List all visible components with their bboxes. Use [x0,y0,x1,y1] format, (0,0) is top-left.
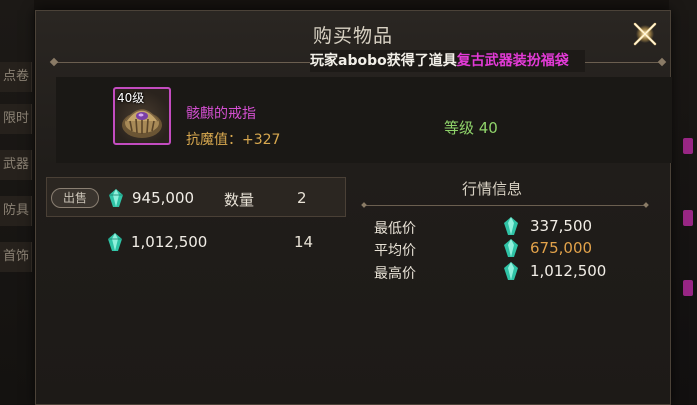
min-price-label: 最低价 [374,221,416,237]
crystal-gem-icon [504,239,518,257]
avg-price-label: 平均价 [374,243,416,259]
listing-quantity: 2 [297,189,307,207]
crystal-gem-icon [504,217,518,235]
max-price-label: 最高价 [374,266,416,282]
right-marker [683,138,693,154]
market-divider [364,205,646,206]
crystal-gem-icon [504,262,518,280]
listing-price: 945,000 [132,189,195,207]
side-tab-weapon[interactable]: 武器 [0,150,32,180]
listing-price: 1,012,500 [131,233,208,251]
item-level-badge: 40级 [117,91,145,105]
item-stat: 抗魔值：+327 [186,132,281,148]
right-background-strip [669,0,697,400]
close-button[interactable] [630,19,660,49]
item-name: 骸麒的戒指 [186,106,256,122]
side-tab-armor[interactable]: 防具 [0,196,32,226]
marquee-text: 玩家abobo获得了道具 [310,53,457,69]
dialog-title: 购买物品 [312,25,393,47]
listing-row[interactable]: 出售 945,000 数量 2 [46,177,346,217]
min-price-value: 337,500 [530,217,593,235]
listing-row[interactable]: 1,012,500 14 [46,222,346,262]
side-tab-points[interactable]: 点卷 [0,62,32,92]
quantity-label: 数量 [224,191,255,209]
close-icon [633,22,657,46]
item-info-band: 40级 骸麒的戒指 抗魔值：+327 等级 40 [56,77,672,163]
right-marker [683,210,693,226]
item-icon-slot[interactable]: 40级 [113,87,171,145]
side-tab-limited[interactable]: 限时 [0,104,32,134]
max-price-value: 1,012,500 [530,262,607,280]
crystal-gem-icon [109,189,123,207]
item-grade: 等级 40 [444,119,498,137]
right-marker [683,280,693,296]
buy-item-dialog: 购买物品 玩家abobo获得了道具复古武器装扮福袋 40级 骸麒的戒指 抗魔值：… [35,10,672,405]
broadcast-marquee: 玩家abobo获得了道具复古武器装扮福袋 [310,50,585,72]
market-info-title: 行情信息 [462,180,523,198]
side-tab-accessory[interactable]: 首饰 [0,242,32,272]
left-menu-strip: 点卷 限时 武器 防具 首饰 [0,0,34,400]
marquee-highlight: 复古武器装扮福袋 [456,53,569,69]
crystal-gem-icon [108,233,122,251]
avg-price-value: 675,000 [530,239,593,257]
sell-tag: 出售 [51,188,99,208]
listing-quantity: 14 [294,233,314,251]
